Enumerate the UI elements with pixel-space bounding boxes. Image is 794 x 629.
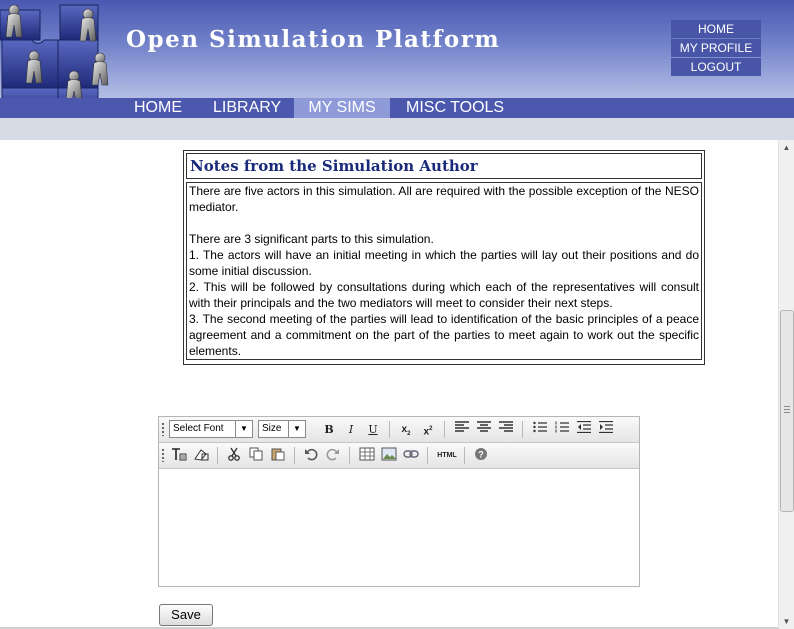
site-title: Open Simulation Platform	[126, 26, 501, 53]
rich-text-editor: Select Font ▼ Size ▼ B I U x2 x2 HTML ?	[158, 416, 640, 587]
format-text-icon[interactable]	[170, 447, 188, 464]
site-header: Open Simulation Platform HOME MY PROFILE…	[0, 0, 794, 118]
underline-button[interactable]: U	[364, 421, 382, 438]
outdent-icon[interactable]	[575, 420, 593, 438]
align-right-icon[interactable]	[497, 421, 515, 438]
html-source-button[interactable]: HTML	[434, 447, 460, 464]
indent-icon[interactable]	[597, 420, 615, 438]
notes-paragraph: There are five actors in this simulation…	[189, 184, 699, 214]
sub-nav-bar	[0, 118, 794, 140]
scroll-up-arrow-icon[interactable]: ▲	[779, 140, 794, 155]
notes-body: There are five actors in this simulation…	[186, 182, 702, 360]
link-icon[interactable]	[402, 447, 420, 464]
paste-icon[interactable]	[269, 447, 287, 464]
toolbar-grip[interactable]	[162, 449, 164, 462]
scroll-down-arrow-icon[interactable]: ▼	[779, 614, 794, 629]
tab-misc-tools[interactable]: MISC TOOLS	[406, 98, 504, 118]
notes-list-item: 2. This will be followed by consultation…	[189, 280, 699, 310]
font-select-label: Select Font	[173, 423, 224, 434]
notes-list-item: 1. The actors will have an initial meeti…	[189, 248, 699, 278]
table-icon[interactable]	[358, 447, 376, 464]
undo-icon[interactable]	[302, 447, 320, 464]
page-scrollbar[interactable]: ▲ ▼	[778, 140, 794, 629]
home-link[interactable]: HOME	[671, 20, 761, 38]
editor-content-area[interactable]	[159, 469, 639, 586]
bullet-list-icon[interactable]	[531, 421, 549, 438]
tab-my-sims[interactable]: MY SIMS	[294, 98, 390, 118]
my-profile-link[interactable]: MY PROFILE	[671, 39, 761, 57]
author-notes-box: Notes from the Simulation Author There a…	[183, 150, 705, 365]
size-select-label: Size	[262, 423, 282, 434]
editor-toolbar-row-2: HTML ?	[159, 443, 639, 469]
numbered-list-icon[interactable]	[553, 421, 571, 438]
copy-icon[interactable]	[247, 447, 265, 464]
notes-paragraph: There are 3 significant parts to this si…	[189, 232, 434, 246]
font-select[interactable]: Select Font ▼	[169, 420, 253, 438]
svg-text:?: ?	[478, 450, 484, 460]
superscript-icon[interactable]: x2	[419, 421, 437, 438]
cut-icon[interactable]	[225, 447, 243, 464]
scroll-thumb[interactable]	[780, 310, 794, 512]
clear-formatting-icon[interactable]	[192, 447, 210, 464]
notes-title: Notes from the Simulation Author	[186, 153, 702, 179]
subscript-icon[interactable]: x2	[397, 421, 415, 438]
italic-button[interactable]: I	[342, 421, 360, 438]
help-icon[interactable]: ?	[472, 447, 490, 464]
account-nav: HOME MY PROFILE LOGOUT	[671, 20, 761, 77]
tab-library[interactable]: LIBRARY	[213, 98, 281, 118]
align-center-icon[interactable]	[475, 421, 493, 438]
tab-home[interactable]: HOME	[134, 98, 182, 118]
chevron-down-icon: ▼	[288, 421, 305, 437]
editor-toolbar-row-1: Select Font ▼ Size ▼ B I U x2 x2	[159, 417, 639, 443]
redo-icon[interactable]	[324, 447, 342, 464]
notes-list-item: 3. The second meeting of the parties wil…	[189, 312, 699, 358]
toolbar-grip[interactable]	[162, 423, 164, 436]
align-left-icon[interactable]	[453, 421, 471, 438]
size-select[interactable]: Size ▼	[258, 420, 306, 438]
logout-link[interactable]: LOGOUT	[671, 58, 761, 76]
image-icon[interactable]	[380, 447, 398, 464]
save-button[interactable]: Save	[159, 604, 213, 626]
main-nav: HOME LIBRARY MY SIMS MISC TOOLS	[0, 98, 794, 118]
chevron-down-icon: ▼	[235, 421, 252, 437]
bold-button[interactable]: B	[320, 421, 338, 438]
